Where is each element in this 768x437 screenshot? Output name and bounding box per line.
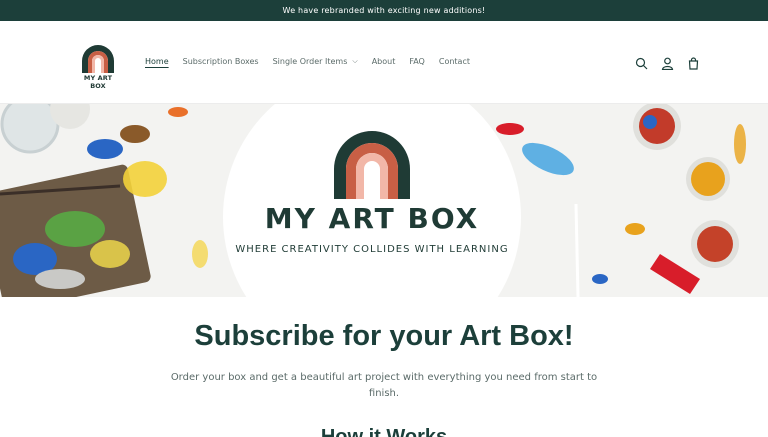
- nav-subscription-boxes[interactable]: Subscription Boxes: [183, 57, 259, 66]
- site-header: MY ART BOX Home Subscription Boxes Singl…: [0, 21, 768, 104]
- nav-contact[interactable]: Contact: [439, 57, 470, 66]
- page-subtitle: Order your box and get a beautiful art p…: [170, 372, 598, 399]
- nav-home[interactable]: Home: [145, 57, 169, 66]
- rainbow-logo-icon: [82, 45, 114, 73]
- page-title: Subscribe for your Art Box!: [194, 320, 574, 352]
- hero-title: MY ART BOX: [264, 202, 480, 235]
- hero-banner: MY ART BOX WHERE CREATIVITY COLLIDES WIT…: [0, 104, 768, 297]
- chevron-down-icon: ⌵: [352, 57, 358, 65]
- account-icon[interactable]: [659, 55, 675, 71]
- main-nav: Home Subscription Boxes Single Order Ite…: [145, 57, 484, 66]
- site-logo[interactable]: MY ART BOX: [77, 41, 119, 90]
- logo-text: MY ART BOX: [83, 74, 113, 90]
- hero-tagline: WHERE CREATIVITY COLLIDES WITH LEARNING: [235, 244, 509, 255]
- section-heading: How it Works: [320, 426, 448, 437]
- header-icons: [633, 55, 701, 71]
- nav-single-order-items[interactable]: Single Order Items ⌵: [273, 57, 358, 66]
- announcement-bar: We have rebranded with exciting new addi…: [0, 0, 768, 21]
- nav-about[interactable]: About: [372, 57, 396, 66]
- hero-rainbow-icon: [334, 131, 410, 199]
- search-icon[interactable]: [633, 55, 649, 71]
- cart-icon[interactable]: [685, 55, 701, 71]
- nav-faq[interactable]: FAQ: [409, 57, 425, 66]
- announcement-text: We have rebranded with exciting new addi…: [282, 6, 486, 15]
